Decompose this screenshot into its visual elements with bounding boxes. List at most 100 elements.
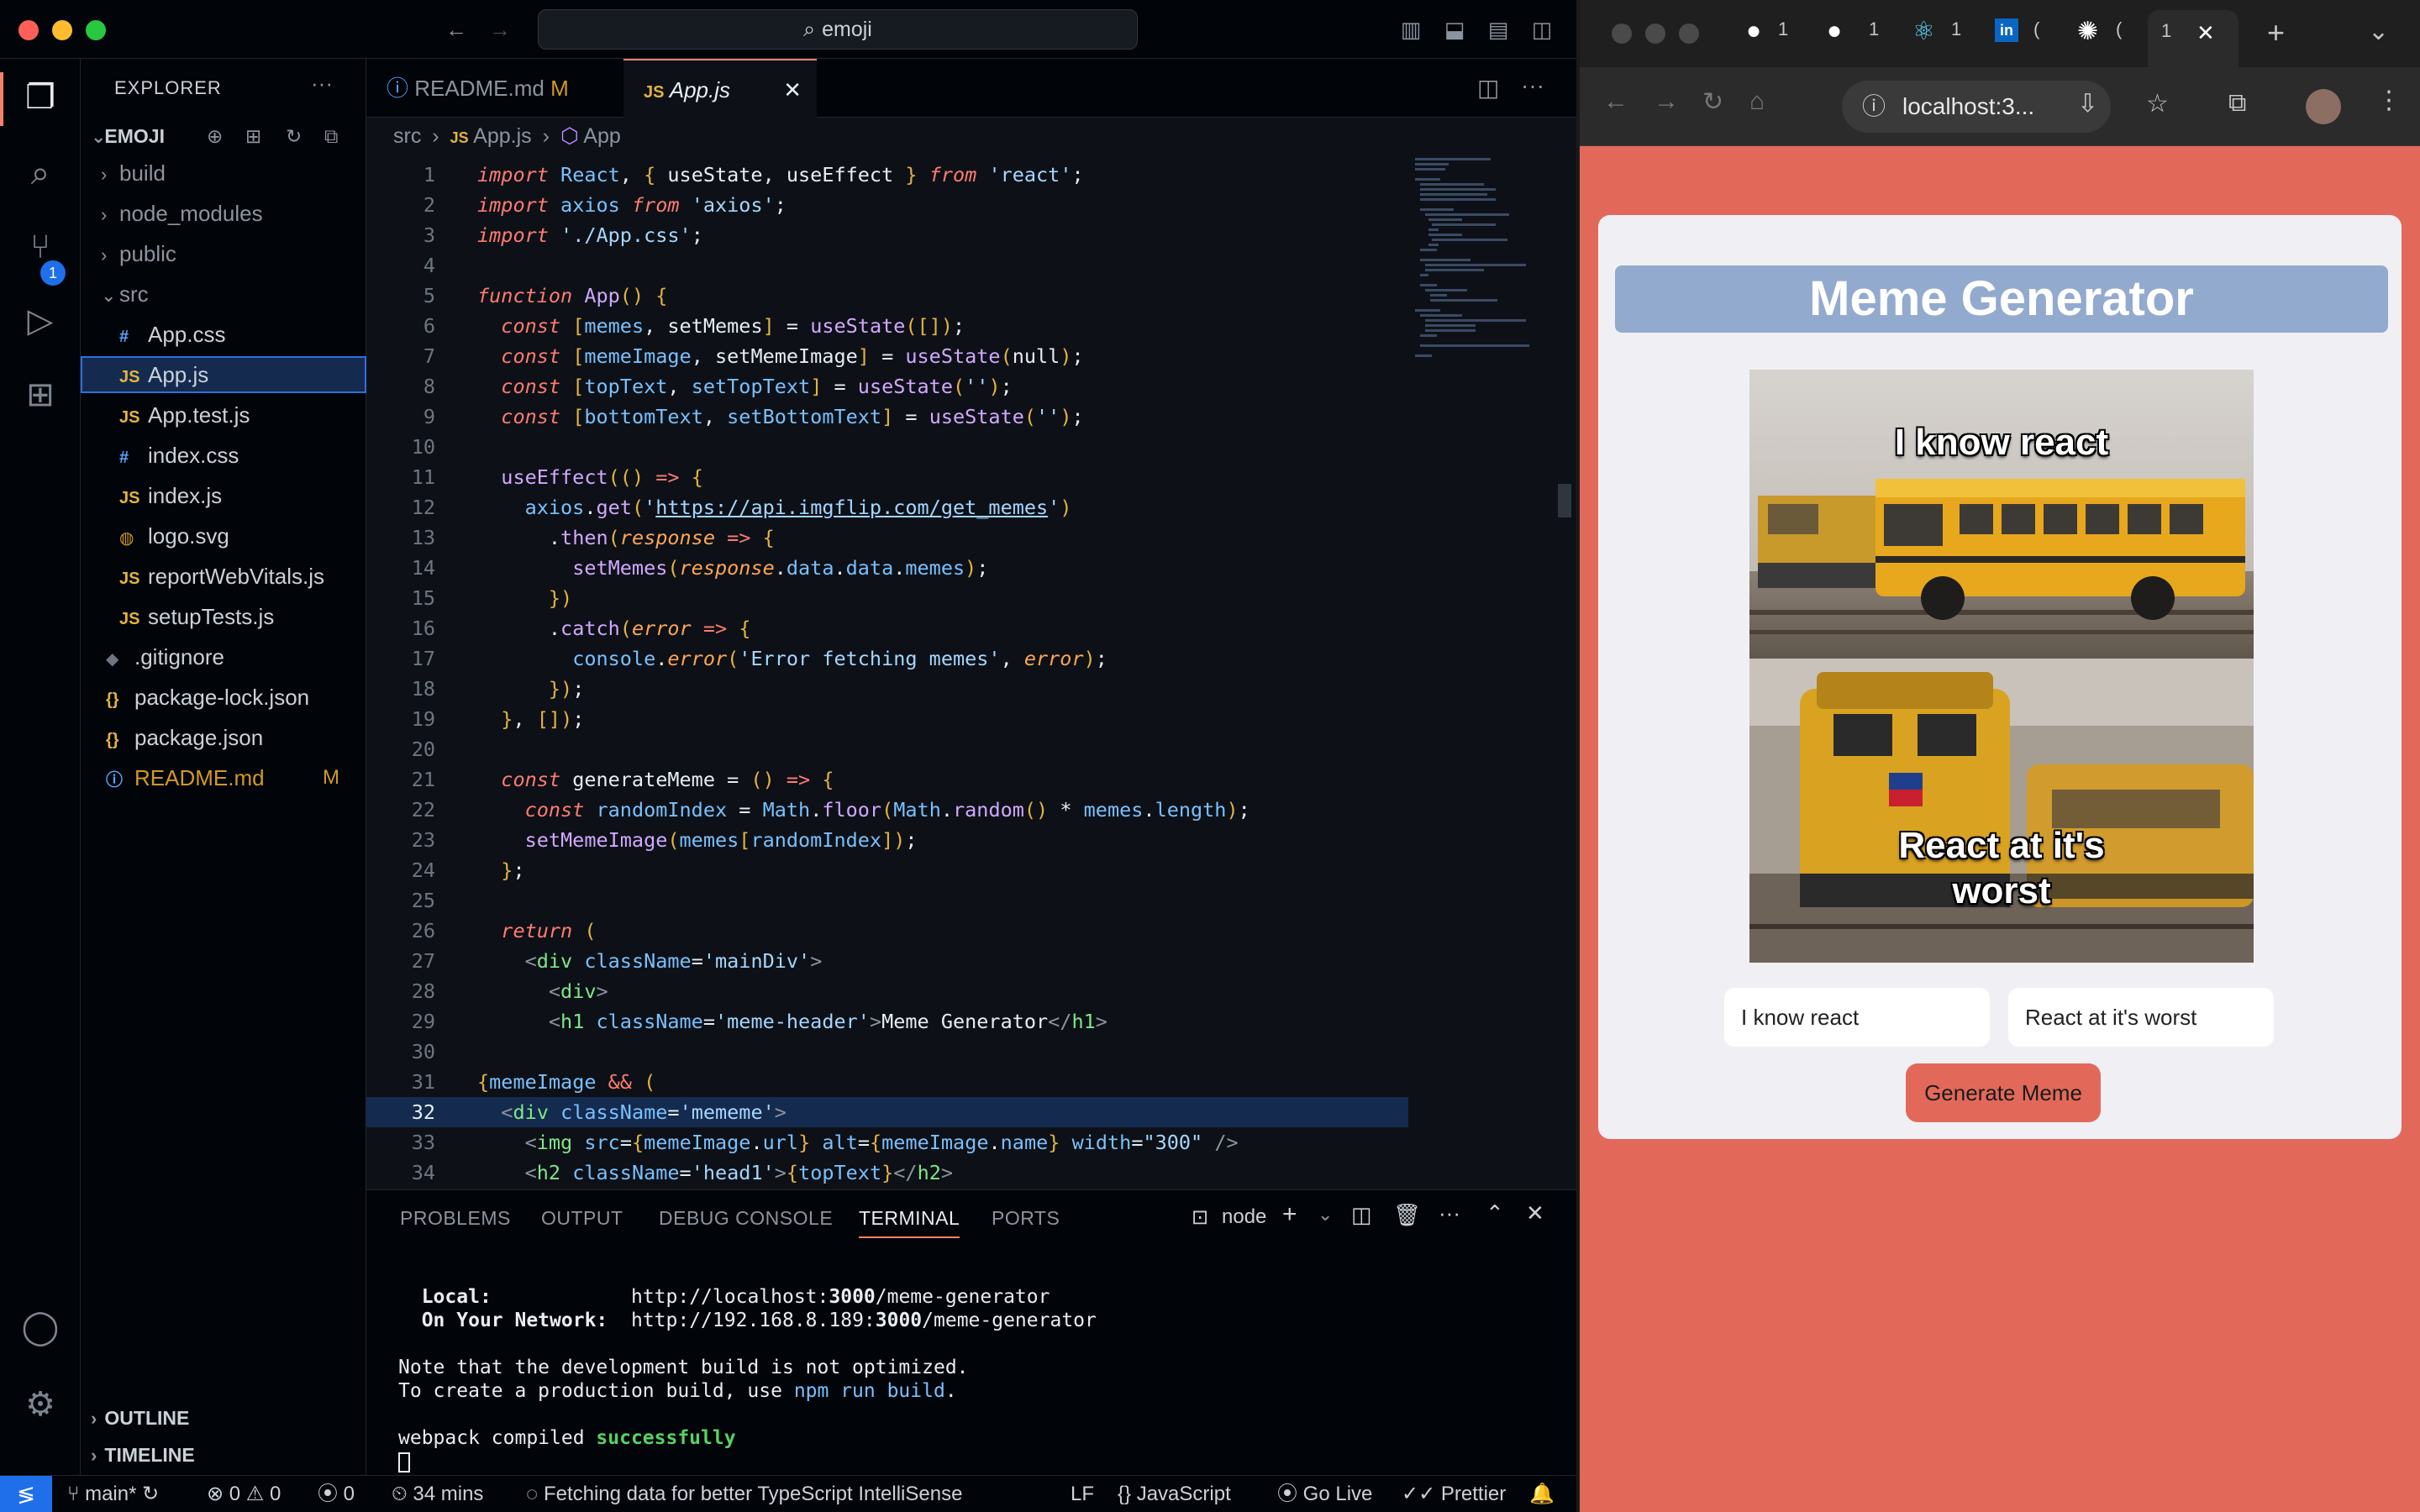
zoom-window-button[interactable]: [1679, 24, 1699, 44]
tab-search-icon[interactable]: ⌄: [2368, 17, 2389, 46]
collapse-all-icon[interactable]: ⧉: [324, 118, 338, 155]
toggle-panel-icon[interactable]: ⬓: [1440, 15, 1469, 44]
tree-item-package-json[interactable]: {} package.json: [81, 719, 366, 756]
code-line[interactable]: 14 setMemes(response.data.data.memes);: [366, 553, 1408, 583]
tree-item-node-modules[interactable]: › node_modules: [81, 195, 366, 232]
forward-arrow-icon[interactable]: →: [486, 15, 514, 44]
account-icon[interactable]: ◯: [20, 1307, 60, 1347]
code-line[interactable]: 34 <h2 className='head1'>{topText}</h2>: [366, 1158, 1408, 1188]
tree-item-setuptests-js[interactable]: JS setupTests.js: [81, 598, 366, 635]
chatgpt-tab-icon[interactable]: ✺: [2077, 17, 2098, 46]
home-icon[interactable]: ⌂: [1749, 87, 1765, 116]
close-window-button[interactable]: [18, 20, 39, 40]
panel-more-icon[interactable]: ···: [1439, 1200, 1460, 1226]
code-line[interactable]: 2 import axios from 'axios';: [366, 190, 1408, 220]
back-icon[interactable]: ←: [1603, 87, 1628, 116]
close-tab-icon[interactable]: ✕: [783, 60, 802, 119]
folder-root-emoji[interactable]: ⌄ EMOJI ⊕ ⊞ ↻ ⧉: [81, 118, 366, 155]
remote-indicator-icon[interactable]: ≶: [0, 1476, 52, 1512]
notifications-bell-icon[interactable]: 🔔: [1529, 1476, 1555, 1512]
install-app-icon[interactable]: ⇩: [2077, 89, 2098, 118]
outline-section[interactable]: › OUTLINE: [81, 1399, 366, 1436]
tree-item-public[interactable]: › public: [81, 235, 366, 272]
code-line[interactable]: 27 <div className='mainDiv'>: [366, 946, 1408, 976]
branch-status[interactable]: ⑂ main* ↻: [67, 1476, 159, 1512]
extensions-icon[interactable]: ⊞: [20, 375, 60, 415]
code-line[interactable]: 7 const [memeImage, setMemeImage] = useS…: [366, 341, 1408, 371]
close-tab-icon[interactable]: ✕: [2196, 20, 2215, 46]
github-tab-icon[interactable]: ●: [1746, 17, 1761, 45]
settings-gear-icon[interactable]: ⚙: [20, 1384, 60, 1425]
language-status[interactable]: {} JavaScript: [1118, 1476, 1231, 1512]
tree-item-build[interactable]: › build: [81, 155, 366, 192]
tree-item-index-js[interactable]: JS index.js: [81, 477, 366, 514]
code-line[interactable]: 1 import React, { useState, useEffect } f…: [366, 160, 1408, 190]
more-actions-icon[interactable]: ···: [311, 71, 333, 97]
code-line[interactable]: 9 const [bottomText, setBottomText] = us…: [366, 402, 1408, 432]
explorer-icon[interactable]: ❐: [20, 77, 60, 118]
tree-item-reportwebvitals-js[interactable]: JS reportWebVitals.js: [81, 558, 366, 595]
tree-item-readme-md[interactable]: ⓘ README.md M: [81, 759, 366, 796]
terminal-shell-name[interactable]: node: [1222, 1205, 1266, 1229]
code-line[interactable]: 12 axios.get('https://api.imgflip.com/ge…: [366, 492, 1408, 522]
code-line[interactable]: 18 });: [366, 674, 1408, 704]
tab-readme[interactable]: ⓘ README.md M: [366, 59, 623, 118]
code-line[interactable]: 11 useEffect(() => {: [366, 462, 1408, 492]
code-line[interactable]: 13 .then(response => {: [366, 522, 1408, 553]
tree-item-src[interactable]: ⌄ src: [81, 276, 366, 312]
ports-status[interactable]: ⦿ 0: [318, 1476, 355, 1512]
minimize-window-button[interactable]: [52, 20, 72, 40]
react-tab-icon[interactable]: ⚛: [1912, 17, 1935, 46]
code-line[interactable]: 28 <div>: [366, 976, 1408, 1006]
code-line[interactable]: 5 function App() {: [366, 281, 1408, 311]
code-line[interactable]: 30: [366, 1037, 1408, 1067]
back-arrow-icon[interactable]: ←: [442, 15, 471, 44]
split-editor-icon[interactable]: ◫: [1477, 74, 1499, 102]
command-center-search[interactable]: ⌕ emoji: [538, 9, 1138, 50]
code-line[interactable]: 23 setMemeImage(memes[randomIndex]);: [366, 825, 1408, 855]
new-terminal-icon[interactable]: +: [1282, 1200, 1297, 1229]
panel-tab-terminal[interactable]: TERMINAL: [859, 1207, 960, 1238]
close-panel-icon[interactable]: ✕: [1526, 1200, 1544, 1226]
linkedin-tab-icon[interactable]: in: [1995, 18, 2018, 42]
tab-app-js[interactable]: JS App.js ✕: [623, 59, 817, 118]
browser-menu-icon[interactable]: ⋮: [2376, 86, 2402, 115]
tree-item-app-test-js[interactable]: JS App.test.js: [81, 396, 366, 433]
search-icon[interactable]: ⌕: [20, 153, 60, 193]
code-line[interactable]: 32 <div className='mememe'>: [366, 1097, 1408, 1127]
code-line[interactable]: 4: [366, 250, 1408, 281]
close-window-button[interactable]: [1612, 24, 1632, 44]
editor-scrollbar[interactable]: [1556, 155, 1573, 1188]
toggle-secondary-sidebar-icon[interactable]: ▤: [1484, 15, 1512, 44]
code-line[interactable]: 33 <img src={memeImage.url} alt={memeIma…: [366, 1127, 1408, 1158]
zoom-window-button[interactable]: [86, 20, 106, 40]
problems-status[interactable]: ⊗ 0 ⚠ 0: [207, 1476, 281, 1512]
eol-status[interactable]: LF: [1071, 1476, 1094, 1512]
split-terminal-icon[interactable]: ◫: [1351, 1202, 1372, 1228]
tree-item-logo-svg[interactable]: ◍ logo.svg: [81, 517, 366, 554]
address-bar[interactable]: ⓘ localhost:3...: [1842, 81, 2111, 133]
code-line[interactable]: 19 }, []);: [366, 704, 1408, 734]
new-tab-icon[interactable]: +: [2267, 15, 2285, 50]
generate-meme-button[interactable]: Generate Meme: [1906, 1063, 2101, 1122]
code-line[interactable]: 20: [366, 734, 1408, 764]
toggle-sidebar-icon[interactable]: ▥: [1397, 15, 1425, 44]
new-folder-icon[interactable]: ⊞: [245, 118, 261, 155]
code-line[interactable]: 10: [366, 432, 1408, 462]
code-line[interactable]: 22 const randomIndex = Math.floor(Math.r…: [366, 795, 1408, 825]
bottom-text-input[interactable]: [2008, 988, 2274, 1047]
tree-item--gitignore[interactable]: ◆ .gitignore: [81, 638, 366, 675]
panel-tab-output[interactable]: OUTPUT: [541, 1207, 623, 1230]
code-line[interactable]: 31 {memeImage && (: [366, 1067, 1408, 1097]
code-line[interactable]: 25: [366, 885, 1408, 916]
code-line[interactable]: 24 };: [366, 855, 1408, 885]
bookmark-star-icon[interactable]: ☆: [2146, 89, 2169, 118]
minimize-window-button[interactable]: [1645, 24, 1665, 44]
code-line[interactable]: 3 import './App.css';: [366, 220, 1408, 250]
customize-layout-icon[interactable]: ◫: [1528, 15, 1556, 44]
new-file-icon[interactable]: ⊕: [207, 118, 223, 155]
breadcrumb-folder[interactable]: src: [393, 124, 421, 148]
code-line[interactable]: 8 const [topText, setTopText] = useState…: [366, 371, 1408, 402]
site-info-icon[interactable]: ⓘ: [1862, 81, 1886, 133]
run-debug-icon[interactable]: ▷: [20, 301, 60, 341]
